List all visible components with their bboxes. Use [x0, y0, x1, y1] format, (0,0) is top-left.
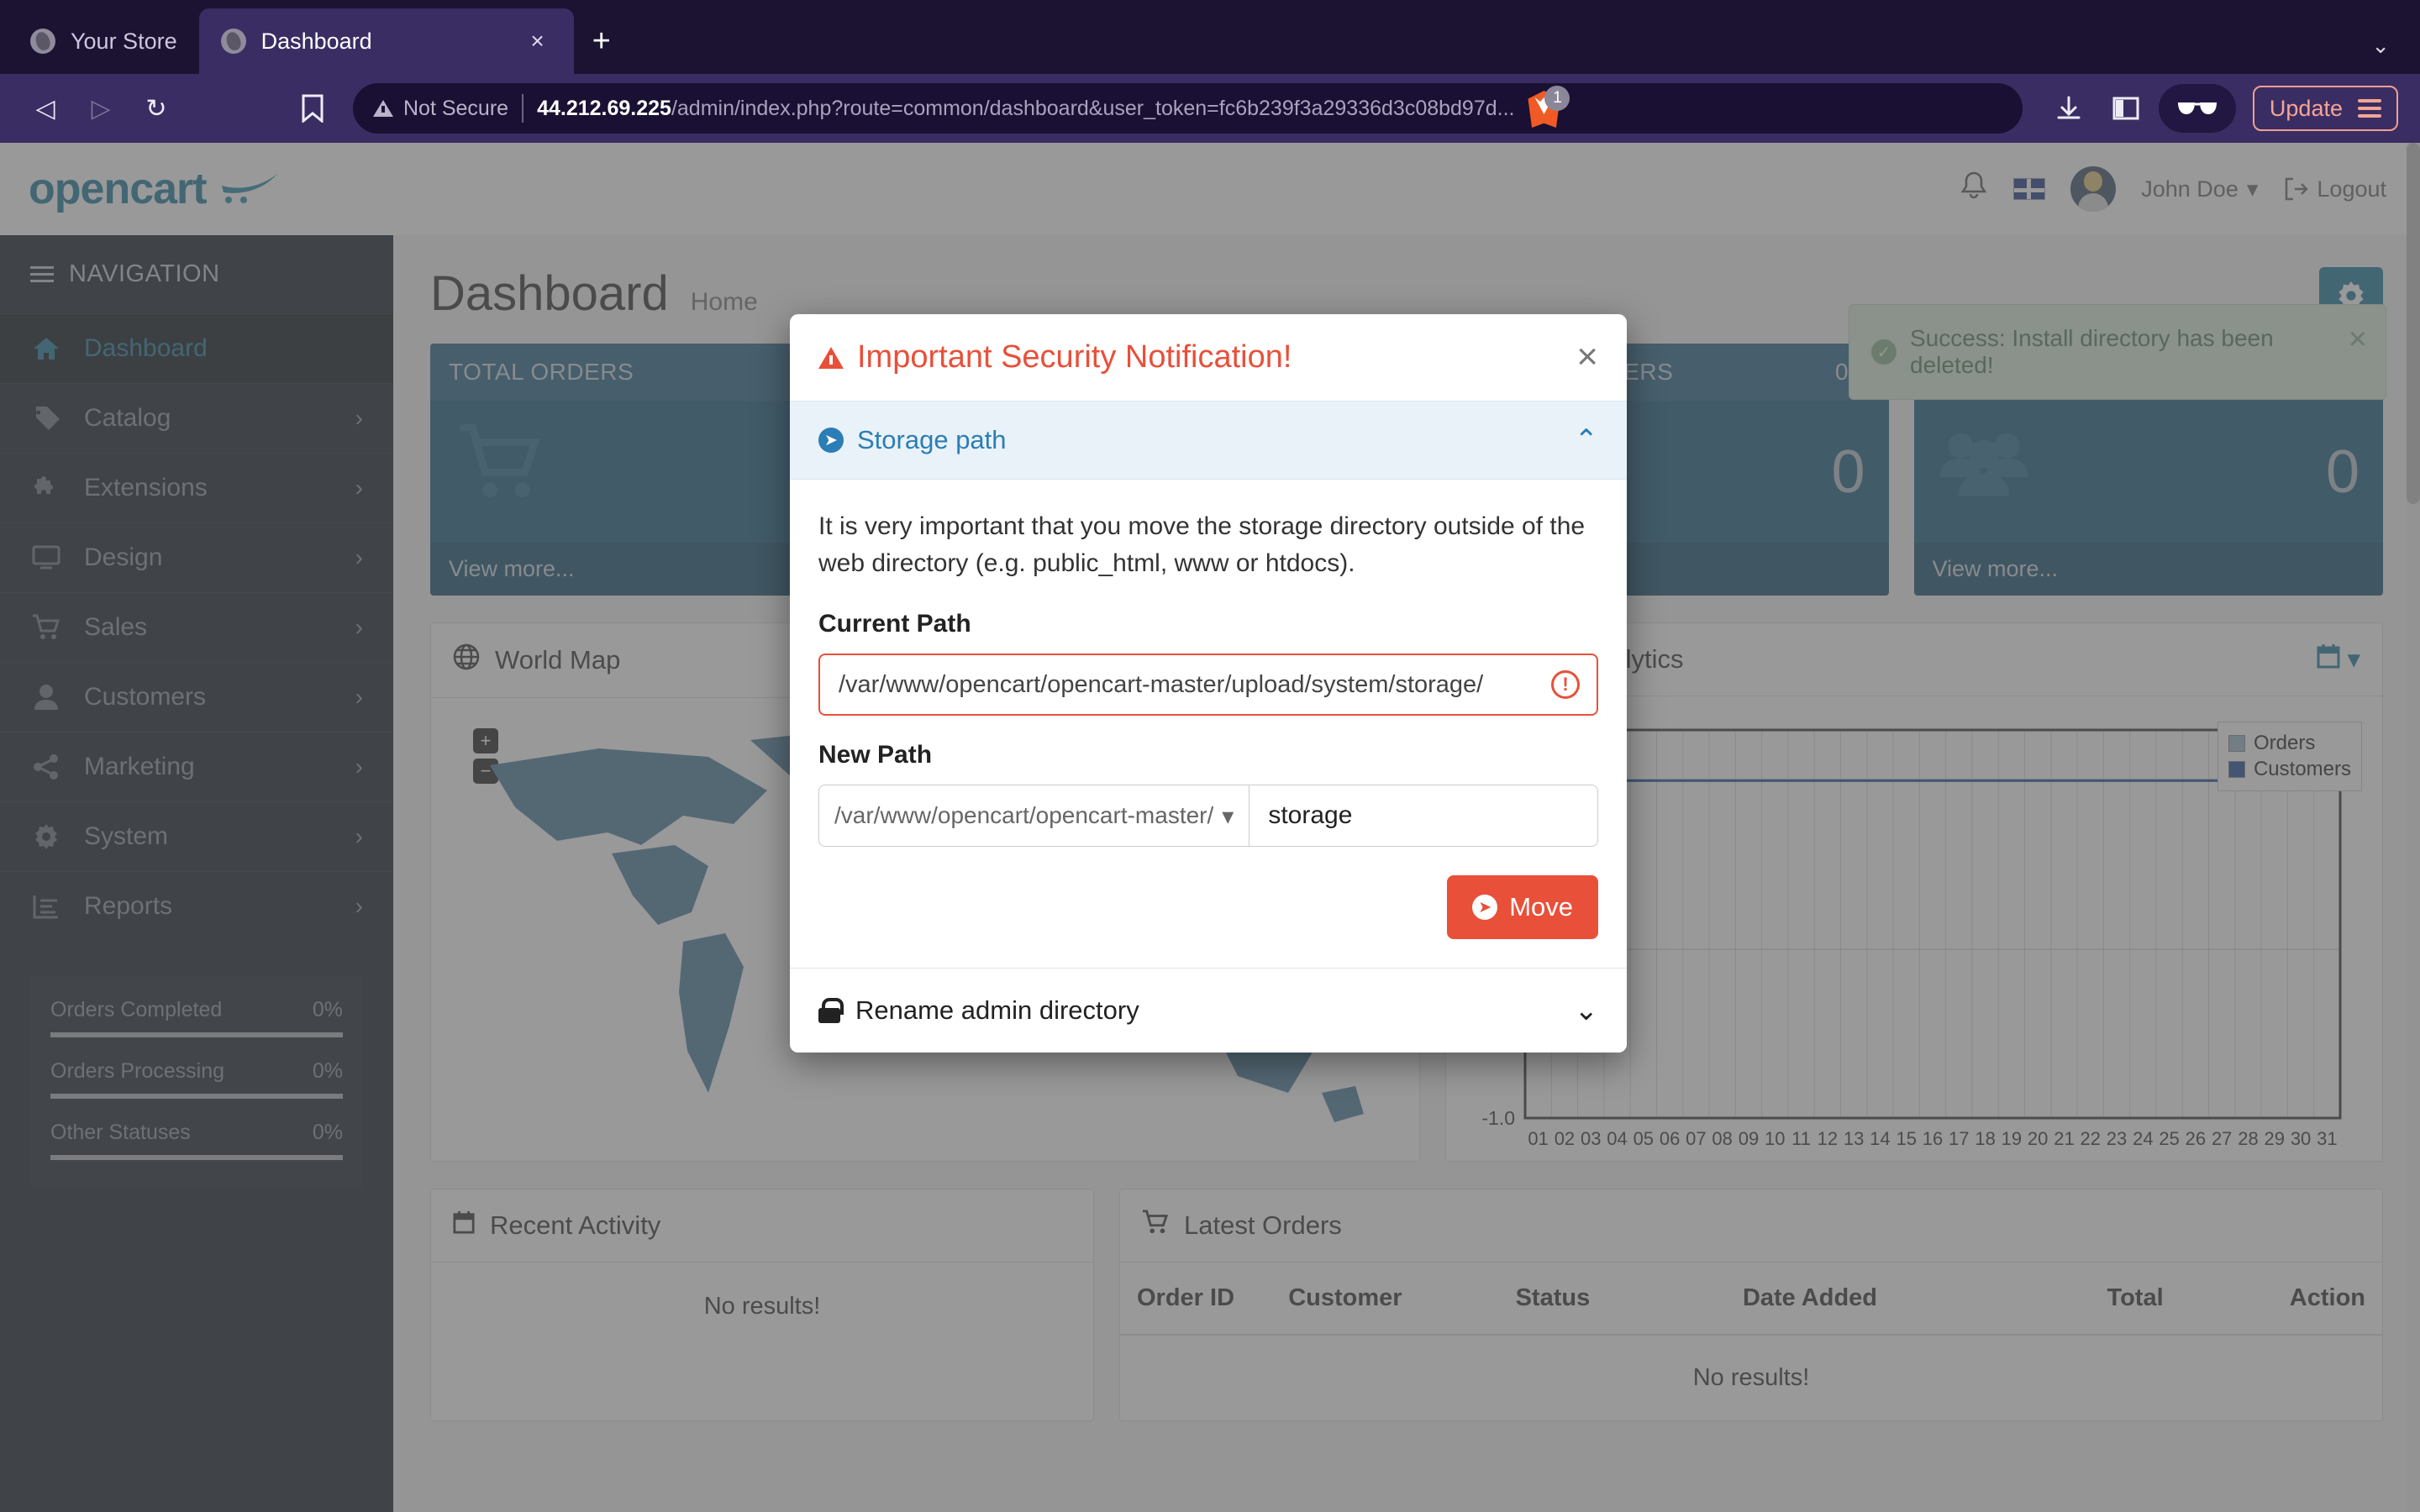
accordion-label: Storage path — [857, 425, 1007, 454]
favicon-icon — [30, 29, 55, 54]
close-icon[interactable]: × — [1576, 339, 1598, 375]
new-path-prefix-value: /var/www/opencart/opencart-master/ — [834, 802, 1214, 828]
security-notification-modal: Important Security Notification! × ➤ Sto… — [790, 314, 1627, 1053]
chevron-up-icon[interactable]: ⌃ — [1575, 423, 1599, 457]
modal-header: Important Security Notification! × — [790, 314, 1627, 401]
favicon-icon — [220, 29, 246, 54]
new-tab-button[interactable]: + — [574, 25, 629, 74]
circle-arrow-right-icon: ➤ — [1472, 895, 1498, 920]
warning-triangle-icon — [818, 346, 844, 369]
tab-title: Your Store — [71, 28, 177, 54]
chevron-down-icon[interactable]: ⌄ — [1575, 994, 1599, 1027]
close-icon[interactable]: × — [523, 28, 552, 55]
error-icon: ! — [1551, 670, 1580, 699]
url-path: /admin/index.php?route=common/dashboard&… — [671, 96, 1515, 120]
move-button[interactable]: ➤ Move — [1447, 875, 1598, 939]
accordion-header-storage-path[interactable]: ➤ Storage path ⌃ — [790, 401, 1627, 480]
reload-button[interactable]: ↻ — [133, 85, 180, 132]
address-bar[interactable]: Not Secure 44.212.69.225/admin/index.php… — [353, 83, 2023, 134]
storage-path-description: It is very important that you move the s… — [818, 512, 1586, 577]
reader-glasses-button[interactable] — [2158, 84, 2236, 133]
chevron-down-icon[interactable]: ⌄ — [2371, 33, 2390, 59]
chevron-down-icon: ▾ — [1222, 802, 1234, 829]
browser-tab-dashboard[interactable]: Dashboard × — [198, 8, 574, 74]
browser-tab-your-store[interactable]: Your Store — [12, 8, 199, 74]
modal-title: Important Security Notification! — [818, 339, 1292, 375]
new-path-prefix-select[interactable]: /var/www/opencart/opencart-master/ ▾ — [818, 785, 1249, 847]
current-path-field[interactable]: /var/www/opencart/opencart-master/upload… — [818, 654, 1598, 716]
new-path-input[interactable]: storage — [1249, 785, 1598, 847]
new-path-label: New Path — [818, 741, 933, 769]
security-label: Not Secure — [403, 96, 509, 120]
move-button-label: Move — [1509, 892, 1573, 921]
browser-toolbar: ◁ ▷ ↻ Not Secure 44.212.69.225/admin/ind… — [0, 74, 2420, 143]
accordion-label: Rename admin directory — [855, 995, 1139, 1025]
sidebar-panel-icon[interactable] — [2102, 84, 2150, 133]
accordion-header-rename-admin[interactable]: Rename admin directory ⌄ — [790, 968, 1627, 1053]
current-path-input[interactable]: /var/www/opencart/opencart-master/upload… — [818, 654, 1598, 716]
url-text: 44.212.69.225/admin/index.php?route=comm… — [537, 97, 1514, 121]
update-label: Update — [2269, 95, 2343, 121]
browser-window: Your Store Dashboard × + ⌄ ◁ ▷ ↻ Not Sec… — [0, 0, 2420, 1512]
accordion-body-storage-path: It is very important that you move the s… — [790, 480, 1627, 968]
modal-actions: ➤ Move — [818, 875, 1598, 939]
not-secure-indicator[interactable]: Not Secure — [373, 97, 508, 121]
lock-icon — [818, 998, 844, 1023]
forward-button[interactable]: ▷ — [77, 85, 124, 132]
download-icon[interactable] — [2044, 84, 2093, 133]
circle-arrow-right-icon: ➤ — [818, 428, 844, 453]
page-content: opencart John Doe ▾ — [0, 143, 2420, 1512]
bookmark-icon[interactable] — [289, 85, 336, 132]
url-host: 44.212.69.225 — [537, 96, 671, 120]
warning-triangle-icon — [373, 100, 393, 117]
new-path-field: /var/www/opencart/opencart-master/ ▾ sto… — [818, 785, 1598, 847]
menu-icon[interactable] — [2358, 99, 2381, 118]
update-button[interactable]: Update — [2252, 86, 2398, 131]
browser-tabstrip: Your Store Dashboard × + ⌄ — [0, 0, 2420, 74]
brave-shields-icon[interactable]: 1 — [1528, 86, 1570, 128]
shield-count-badge: 1 — [1544, 86, 1570, 111]
tab-title: Dashboard — [260, 28, 372, 54]
divider — [522, 94, 524, 123]
current-path-label: Current Path — [818, 610, 971, 638]
back-button[interactable]: ◁ — [22, 85, 69, 132]
modal-title-text: Important Security Notification! — [857, 339, 1292, 375]
